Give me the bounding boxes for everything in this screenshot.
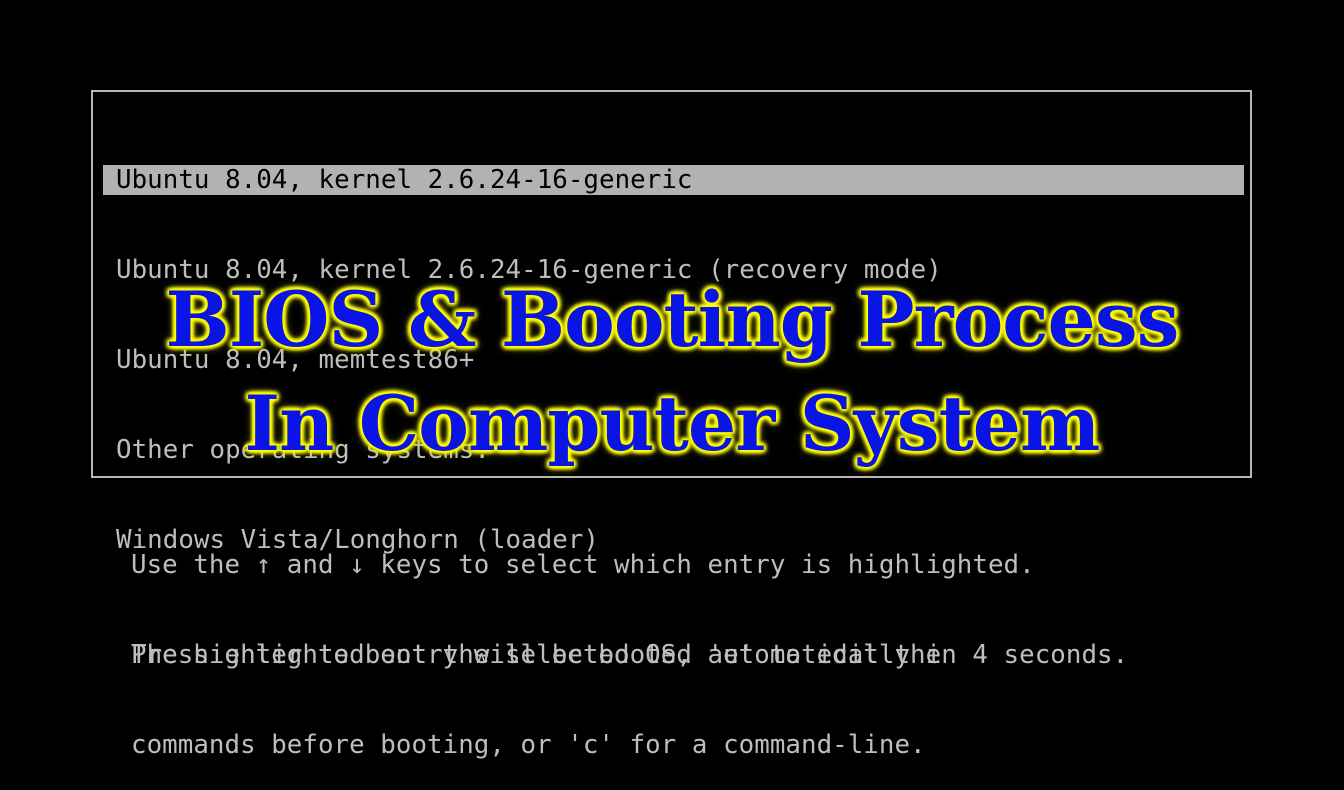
boot-entry-ubuntu-generic[interactable]: Ubuntu 8.04, kernel 2.6.24-16-generic — [103, 165, 1244, 195]
boot-countdown-text: The highlighted entry will be booted aut… — [131, 640, 1129, 670]
overlay-title-line2: In Computer System — [244, 379, 1101, 468]
help-line-navigation: Use the ↑ and ↓ keys to select which ent… — [131, 550, 1035, 580]
overlay-title-line1: BIOS & Booting Process — [165, 275, 1180, 364]
overlay-title: BIOS & Booting Process In Computer Syste… — [0, 268, 1344, 476]
